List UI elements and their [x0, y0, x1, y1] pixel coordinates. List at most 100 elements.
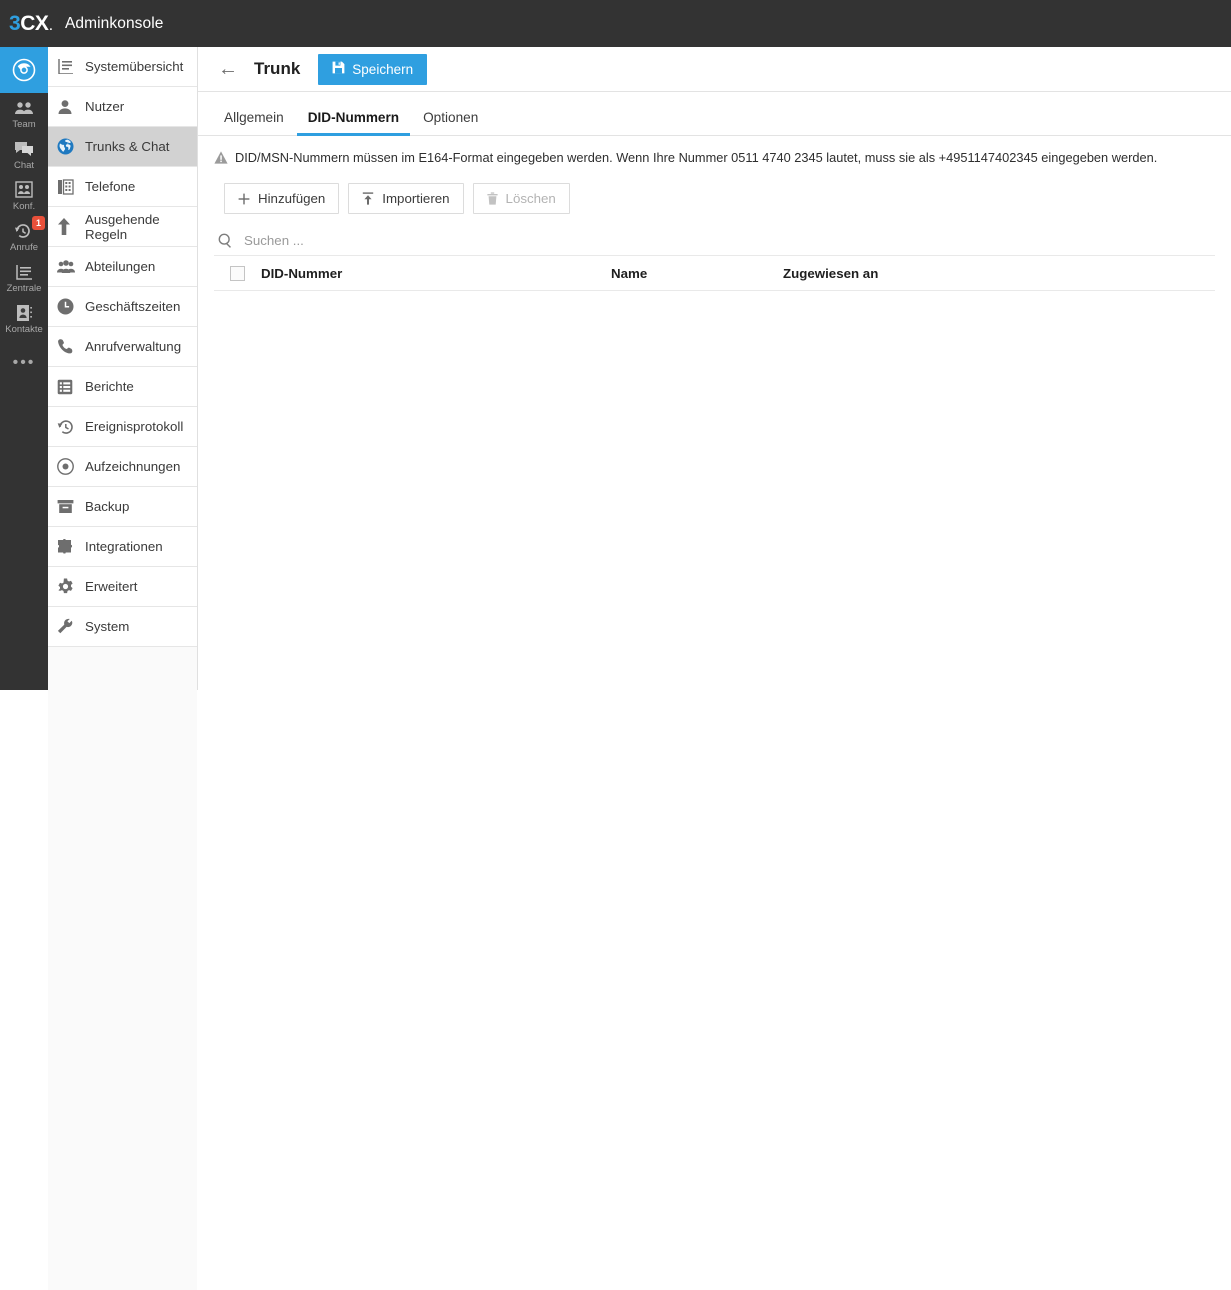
- sidebar-label: Abteilungen: [85, 259, 156, 274]
- sidebar-item-integrationen[interactable]: Integrationen: [48, 527, 197, 567]
- more-dots-icon: •••: [12, 354, 36, 371]
- anrufe-badge: 1: [32, 216, 45, 230]
- chat-bubbles-icon: [14, 139, 34, 159]
- sidebar-label: Erweitert: [85, 579, 138, 594]
- tab-allgemein[interactable]: Allgemein: [212, 110, 296, 135]
- column-header-assigned[interactable]: Zugewiesen an: [783, 266, 1215, 281]
- archive-icon: [57, 499, 79, 514]
- sidebar-nav: Systemübersicht Nutzer Trunks & Chat Tel…: [48, 47, 198, 1290]
- phones-icon: [57, 178, 79, 195]
- plus-icon: [238, 193, 250, 205]
- add-button-label: Hinzufügen: [258, 191, 326, 206]
- sidebar-item-berichte[interactable]: Berichte: [48, 367, 197, 407]
- select-all-checkbox[interactable]: [230, 265, 245, 281]
- logo-dot: .: [49, 20, 52, 33]
- sidebar-item-telefone[interactable]: Telefone: [48, 167, 197, 207]
- rail-item-team[interactable]: Team: [0, 93, 48, 134]
- main-content: ← Trunk Speichern Allgemein DID-Nummern …: [198, 47, 1231, 690]
- rail-item-kontakte[interactable]: Kontakte: [0, 298, 48, 339]
- sidebar-item-aufzeichnungen[interactable]: Aufzeichnungen: [48, 447, 197, 487]
- sidebar-label: Backup: [85, 499, 130, 514]
- rail-item-more[interactable]: •••: [0, 339, 48, 372]
- import-button[interactable]: Importieren: [348, 183, 464, 214]
- rail-label-zentrale: Zentrale: [6, 283, 42, 294]
- sidebar-item-ausgehende-regeln[interactable]: Ausgehende Regeln: [48, 207, 197, 247]
- up-arrow-icon: [57, 218, 79, 235]
- sidebar-item-nutzer[interactable]: Nutzer: [48, 87, 197, 127]
- sidebar-item-abteilungen[interactable]: Abteilungen: [48, 247, 197, 287]
- sidebar-item-trunks-chat[interactable]: Trunks & Chat: [48, 127, 197, 167]
- rail-label-anrufe: Anrufe: [10, 242, 38, 253]
- rail-label-kontakte: Kontakte: [5, 324, 43, 335]
- upload-icon: [362, 192, 374, 205]
- sidebar-item-anrufverwaltung[interactable]: Anrufverwaltung: [48, 327, 197, 367]
- phone-handset-icon: [57, 338, 79, 355]
- table-body: [214, 291, 1215, 301]
- table-header-row: DID-Nummer Name Zugewiesen an: [214, 256, 1215, 291]
- page-title: Trunk: [254, 59, 301, 78]
- top-bar: 3 CX. Adminkonsole: [0, 0, 1231, 47]
- tab-bar: Allgemein DID-Nummern Optionen: [198, 92, 1231, 136]
- people-icon: [14, 98, 34, 118]
- sidebar-item-geschaeftszeiten[interactable]: Geschäftszeiten: [48, 287, 197, 327]
- save-button[interactable]: Speichern: [318, 53, 428, 85]
- conference-icon: [14, 180, 34, 200]
- select-all-cell: [214, 265, 261, 281]
- logo-cx: CX: [20, 11, 49, 35]
- search-input[interactable]: [242, 232, 1215, 249]
- format-notice: DID/MSN-Nummern müssen im E164-Format ei…: [198, 136, 1231, 167]
- sidebar-item-ereignisprotokoll[interactable]: Ereignisprotokoll: [48, 407, 197, 447]
- logo-three: 3: [9, 11, 21, 35]
- add-button[interactable]: Hinzufügen: [224, 183, 340, 214]
- sidebar-label: Anrufverwaltung: [85, 339, 182, 354]
- sidebar-item-erweitert[interactable]: Erweitert: [48, 567, 197, 607]
- wrench-icon: [57, 618, 79, 635]
- search-row: [214, 226, 1215, 256]
- sidebar-item-backup[interactable]: Backup: [48, 487, 197, 527]
- back-button[interactable]: ←: [218, 59, 254, 79]
- rail-label-team: Team: [12, 119, 36, 130]
- page-header: ← Trunk Speichern: [198, 47, 1231, 92]
- history-icon: [57, 419, 79, 435]
- rail-item-anrufe[interactable]: 1 Anrufe: [0, 216, 48, 257]
- rail-label-chat: Chat: [13, 160, 35, 171]
- globe-icon: [57, 138, 79, 155]
- icon-rail: Team Chat Konf. 1 Anrufe Zentrale Kontak…: [0, 47, 48, 690]
- departments-icon: [57, 259, 79, 274]
- gear-icon: [57, 578, 79, 595]
- did-toolbar: Hinzufügen Importieren Löschen: [198, 167, 1231, 214]
- sidebar-label: Trunks & Chat: [85, 139, 170, 154]
- save-button-label: Speichern: [352, 61, 414, 77]
- chrome-globe-icon: [12, 58, 36, 82]
- switchboard-icon: [14, 262, 34, 282]
- column-header-did[interactable]: DID-Nummer: [261, 266, 611, 281]
- import-button-label: Importieren: [382, 191, 450, 206]
- rail-label-konf: Konf.: [12, 201, 36, 212]
- sidebar-item-system[interactable]: System: [48, 607, 197, 647]
- system-overview-icon: [57, 59, 79, 74]
- puzzle-icon: [57, 538, 79, 555]
- tab-optionen[interactable]: Optionen: [411, 110, 490, 135]
- did-table: DID-Nummer Name Zugewiesen an: [214, 256, 1215, 301]
- clock-icon: [57, 298, 79, 315]
- rail-item-chat[interactable]: Chat: [0, 134, 48, 175]
- trash-icon: [486, 192, 498, 205]
- format-notice-text: DID/MSN-Nummern müssen im E164-Format ei…: [235, 150, 1158, 165]
- reports-icon: [57, 379, 79, 395]
- rail-item-webclient[interactable]: [0, 47, 48, 93]
- tab-did-nummern[interactable]: DID-Nummern: [296, 110, 411, 136]
- save-icon: [332, 61, 345, 77]
- call-history-icon: 1: [14, 216, 45, 241]
- record-icon: [57, 458, 79, 475]
- rail-item-konf[interactable]: Konf.: [0, 175, 48, 216]
- user-icon: [57, 99, 79, 115]
- sidebar-label: Geschäftszeiten: [85, 299, 181, 314]
- sidebar-label: System: [85, 619, 130, 634]
- sidebar-label: Berichte: [85, 379, 134, 394]
- 3cx-logo: 3 CX.: [9, 12, 52, 36]
- sidebar-label: Nutzer: [85, 99, 125, 114]
- rail-item-zentrale[interactable]: Zentrale: [0, 257, 48, 298]
- column-header-name[interactable]: Name: [611, 266, 783, 281]
- delete-button[interactable]: Löschen: [472, 183, 570, 214]
- sidebar-item-systemuebersicht[interactable]: Systemübersicht: [48, 47, 197, 87]
